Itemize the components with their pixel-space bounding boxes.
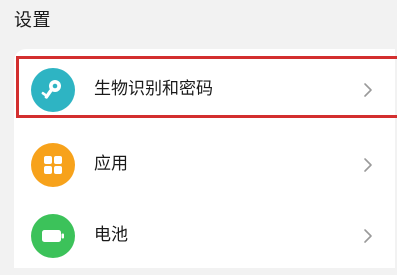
chevron-right-icon [364,229,372,243]
page-title: 设置 [14,10,51,31]
settings-item-battery[interactable]: 电池 [14,201,395,275]
settings-item-biometrics-and-password[interactable]: 生物识别和密码 [14,55,395,129]
settings-list: 生物识别和密码 应用 电池 [14,49,395,268]
apps-grid-icon [31,143,75,187]
battery-icon [31,214,75,258]
chevron-right-icon [364,83,372,97]
chevron-right-icon [364,158,372,172]
key-icon [31,68,75,112]
settings-item-label: 电池 [94,225,128,245]
settings-item-label: 应用 [94,154,128,174]
settings-item-apps[interactable]: 应用 [14,130,395,204]
settings-item-label: 生物识别和密码 [94,79,213,99]
